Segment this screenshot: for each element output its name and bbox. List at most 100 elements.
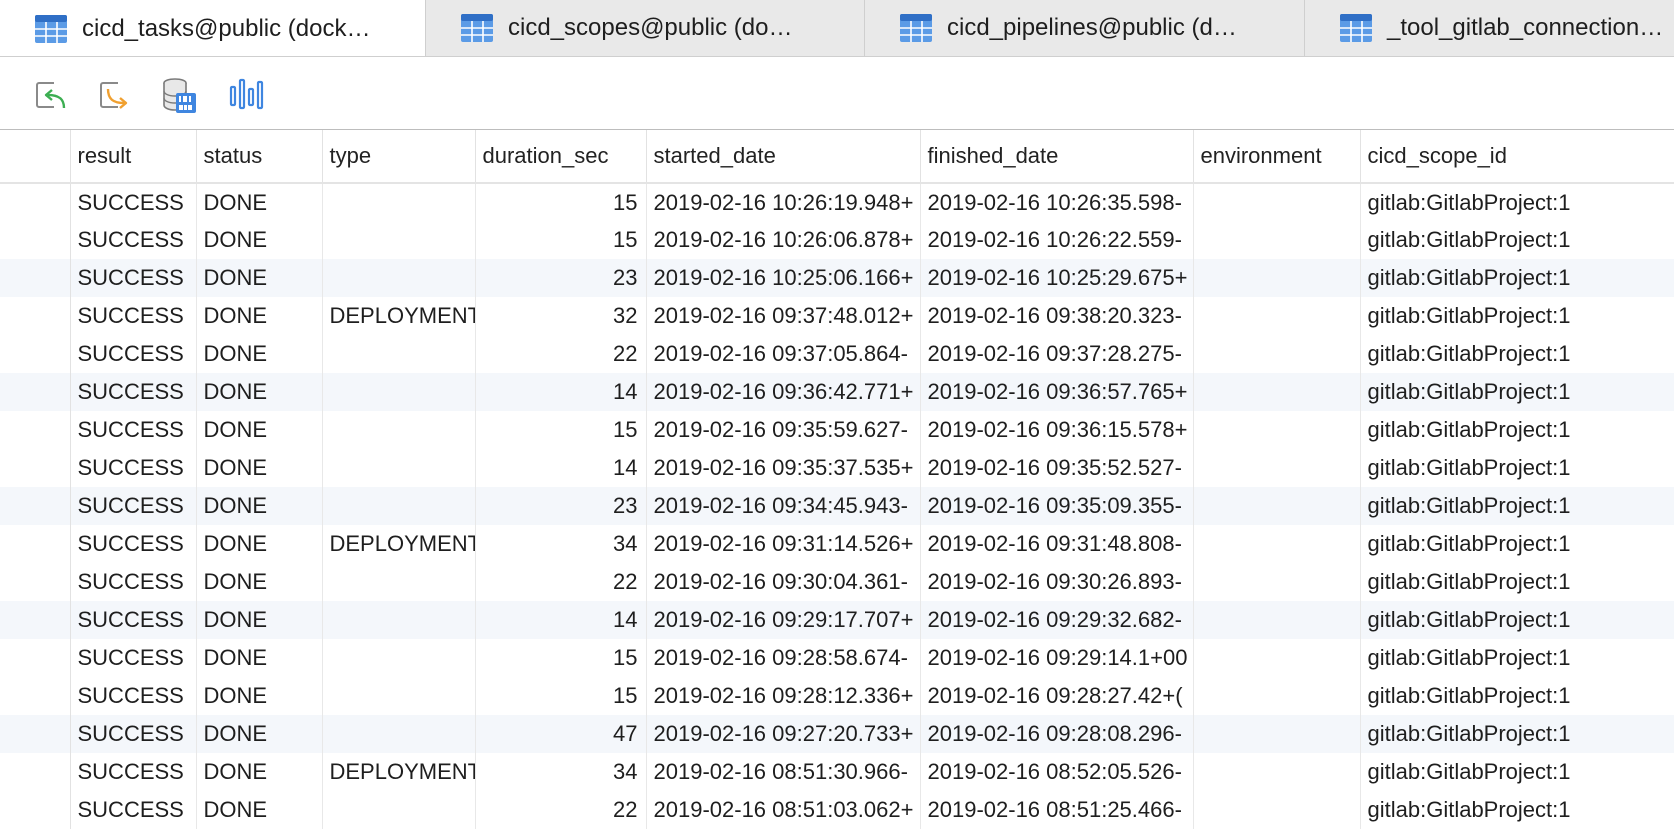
cell-status[interactable]: DONE	[196, 449, 323, 487]
cell-row-number[interactable]	[0, 563, 71, 601]
column-header-result[interactable]: result	[70, 130, 197, 184]
cell-duration-sec[interactable]: 14	[475, 373, 647, 411]
column-header-environment[interactable]: environment	[1193, 130, 1361, 184]
cell-status[interactable]: DONE	[196, 487, 323, 525]
cell-status[interactable]: DONE	[196, 411, 323, 449]
cell-cicd-scope-id[interactable]: gitlab:GitlabProject:1	[1360, 335, 1674, 373]
cell-started-date[interactable]: 2019-02-16 09:28:12.336+	[646, 677, 921, 715]
cell-row-number[interactable]	[0, 373, 71, 411]
tab-cicd-scopes[interactable]: cicd_scopes@public (do…	[426, 0, 865, 56]
cell-environment[interactable]	[1193, 791, 1361, 829]
cell-result[interactable]: SUCCESS	[70, 373, 197, 411]
cell-cicd-scope-id[interactable]: gitlab:GitlabProject:1	[1360, 563, 1674, 601]
cell-duration-sec[interactable]: 14	[475, 601, 647, 639]
cell-started-date[interactable]: 2019-02-16 09:27:20.733+	[646, 715, 921, 753]
cell-cicd-scope-id[interactable]: gitlab:GitlabProject:1	[1360, 183, 1674, 221]
cell-started-date[interactable]: 2019-02-16 09:37:48.012+	[646, 297, 921, 335]
cell-row-number[interactable]	[0, 297, 71, 335]
cell-duration-sec[interactable]: 15	[475, 677, 647, 715]
table-row[interactable]: SUCCESS DONE 14 2019-02-16 09:29:17.707+ 201…	[0, 601, 1674, 639]
cell-finished-date[interactable]: 2019-02-16 09:36:15.578+	[920, 411, 1194, 449]
cell-finished-date[interactable]: 2019-02-16 09:36:57.765+	[920, 373, 1194, 411]
cell-duration-sec[interactable]: 34	[475, 525, 647, 563]
cell-result[interactable]: SUCCESS	[70, 259, 197, 297]
cell-status[interactable]: DONE	[196, 183, 323, 221]
cell-type[interactable]: DEPLOYMENT	[322, 753, 476, 791]
cell-row-number[interactable]	[0, 791, 71, 829]
cell-result[interactable]: SUCCESS	[70, 677, 197, 715]
cell-status[interactable]: DONE	[196, 639, 323, 677]
cell-status[interactable]: DONE	[196, 259, 323, 297]
table-row[interactable]: SUCCESS DONE 14 2019-02-16 09:36:42.771+ 201…	[0, 373, 1674, 411]
cell-cicd-scope-id[interactable]: gitlab:GitlabProject:1	[1360, 297, 1674, 335]
cell-type[interactable]	[322, 677, 476, 715]
cell-environment[interactable]	[1193, 639, 1361, 677]
cell-type[interactable]	[322, 259, 476, 297]
cell-cicd-scope-id[interactable]: gitlab:GitlabProject:1	[1360, 373, 1674, 411]
cell-duration-sec[interactable]: 23	[475, 259, 647, 297]
cell-type[interactable]	[322, 487, 476, 525]
cell-started-date[interactable]: 2019-02-16 09:37:05.864-	[646, 335, 921, 373]
cell-type[interactable]	[322, 411, 476, 449]
cell-row-number[interactable]	[0, 259, 71, 297]
cell-row-number[interactable]	[0, 677, 71, 715]
column-header-started-date[interactable]: started_date	[646, 130, 921, 184]
cell-started-date[interactable]: 2019-02-16 10:26:19.948+	[646, 183, 921, 221]
cell-duration-sec[interactable]: 22	[475, 563, 647, 601]
cell-row-number[interactable]	[0, 335, 71, 373]
cell-row-number[interactable]	[0, 183, 71, 221]
cell-cicd-scope-id[interactable]: gitlab:GitlabProject:1	[1360, 449, 1674, 487]
row-number-header[interactable]	[0, 130, 71, 184]
cell-finished-date[interactable]: 2019-02-16 10:25:29.675+	[920, 259, 1194, 297]
cell-finished-date[interactable]: 2019-02-16 09:37:28.275-	[920, 335, 1194, 373]
table-row[interactable]: SUCCESS DONE 14 2019-02-16 09:35:37.535+ 201…	[0, 449, 1674, 487]
table-row[interactable]: SUCCESS DONE 15 2019-02-16 09:35:59.627- 201…	[0, 411, 1674, 449]
column-header-status[interactable]: status	[196, 130, 323, 184]
cell-row-number[interactable]	[0, 487, 71, 525]
cell-finished-date[interactable]: 2019-02-16 09:29:32.682-	[920, 601, 1194, 639]
cell-duration-sec[interactable]: 14	[475, 449, 647, 487]
cell-duration-sec[interactable]: 15	[475, 411, 647, 449]
cell-status[interactable]: DONE	[196, 373, 323, 411]
table-row[interactable]: SUCCESS DONE 23 2019-02-16 09:34:45.943- 201…	[0, 487, 1674, 525]
cell-started-date[interactable]: 2019-02-16 09:34:45.943-	[646, 487, 921, 525]
column-header-duration-sec[interactable]: duration_sec	[475, 130, 647, 184]
cell-status[interactable]: DONE	[196, 677, 323, 715]
cell-result[interactable]: SUCCESS	[70, 715, 197, 753]
table-row[interactable]: SUCCESS DONE 22 2019-02-16 09:37:05.864- 201…	[0, 335, 1674, 373]
cell-started-date[interactable]: 2019-02-16 09:31:14.526+	[646, 525, 921, 563]
column-header-type[interactable]: type	[322, 130, 476, 184]
cell-result[interactable]: SUCCESS	[70, 449, 197, 487]
cell-result[interactable]: SUCCESS	[70, 221, 197, 259]
cell-row-number[interactable]	[0, 715, 71, 753]
cell-cicd-scope-id[interactable]: gitlab:GitlabProject:1	[1360, 677, 1674, 715]
cell-result[interactable]: SUCCESS	[70, 487, 197, 525]
table-row[interactable]: SUCCESS DONE DEPLOYMENT 34 2019-02-16 08:51:…	[0, 753, 1674, 791]
cell-status[interactable]: DONE	[196, 715, 323, 753]
cell-result[interactable]: SUCCESS	[70, 335, 197, 373]
table-row[interactable]: SUCCESS DONE DEPLOYMENT 34 2019-02-16 09:31:…	[0, 525, 1674, 563]
cell-result[interactable]: SUCCESS	[70, 411, 197, 449]
cell-status[interactable]: DONE	[196, 601, 323, 639]
cell-status[interactable]: DONE	[196, 297, 323, 335]
cell-duration-sec[interactable]: 15	[475, 183, 647, 221]
cell-cicd-scope-id[interactable]: gitlab:GitlabProject:1	[1360, 221, 1674, 259]
cell-started-date[interactable]: 2019-02-16 09:35:59.627-	[646, 411, 921, 449]
cell-environment[interactable]	[1193, 563, 1361, 601]
cell-type[interactable]	[322, 221, 476, 259]
cell-status[interactable]: DONE	[196, 221, 323, 259]
cell-started-date[interactable]: 2019-02-16 09:29:17.707+	[646, 601, 921, 639]
cell-row-number[interactable]	[0, 221, 71, 259]
tab-cicd-pipelines[interactable]: cicd_pipelines@public (d…	[865, 0, 1305, 56]
table-row[interactable]: SUCCESS DONE 15 2019-02-16 09:28:12.336+ 201…	[0, 677, 1674, 715]
cell-environment[interactable]	[1193, 753, 1361, 791]
cell-result[interactable]: SUCCESS	[70, 563, 197, 601]
cell-type[interactable]	[322, 791, 476, 829]
cell-duration-sec[interactable]: 15	[475, 221, 647, 259]
cell-type[interactable]	[322, 563, 476, 601]
cell-environment[interactable]	[1193, 677, 1361, 715]
cell-row-number[interactable]	[0, 525, 71, 563]
cell-type[interactable]	[322, 601, 476, 639]
cell-finished-date[interactable]: 2019-02-16 09:30:26.893-	[920, 563, 1194, 601]
cell-row-number[interactable]	[0, 411, 71, 449]
